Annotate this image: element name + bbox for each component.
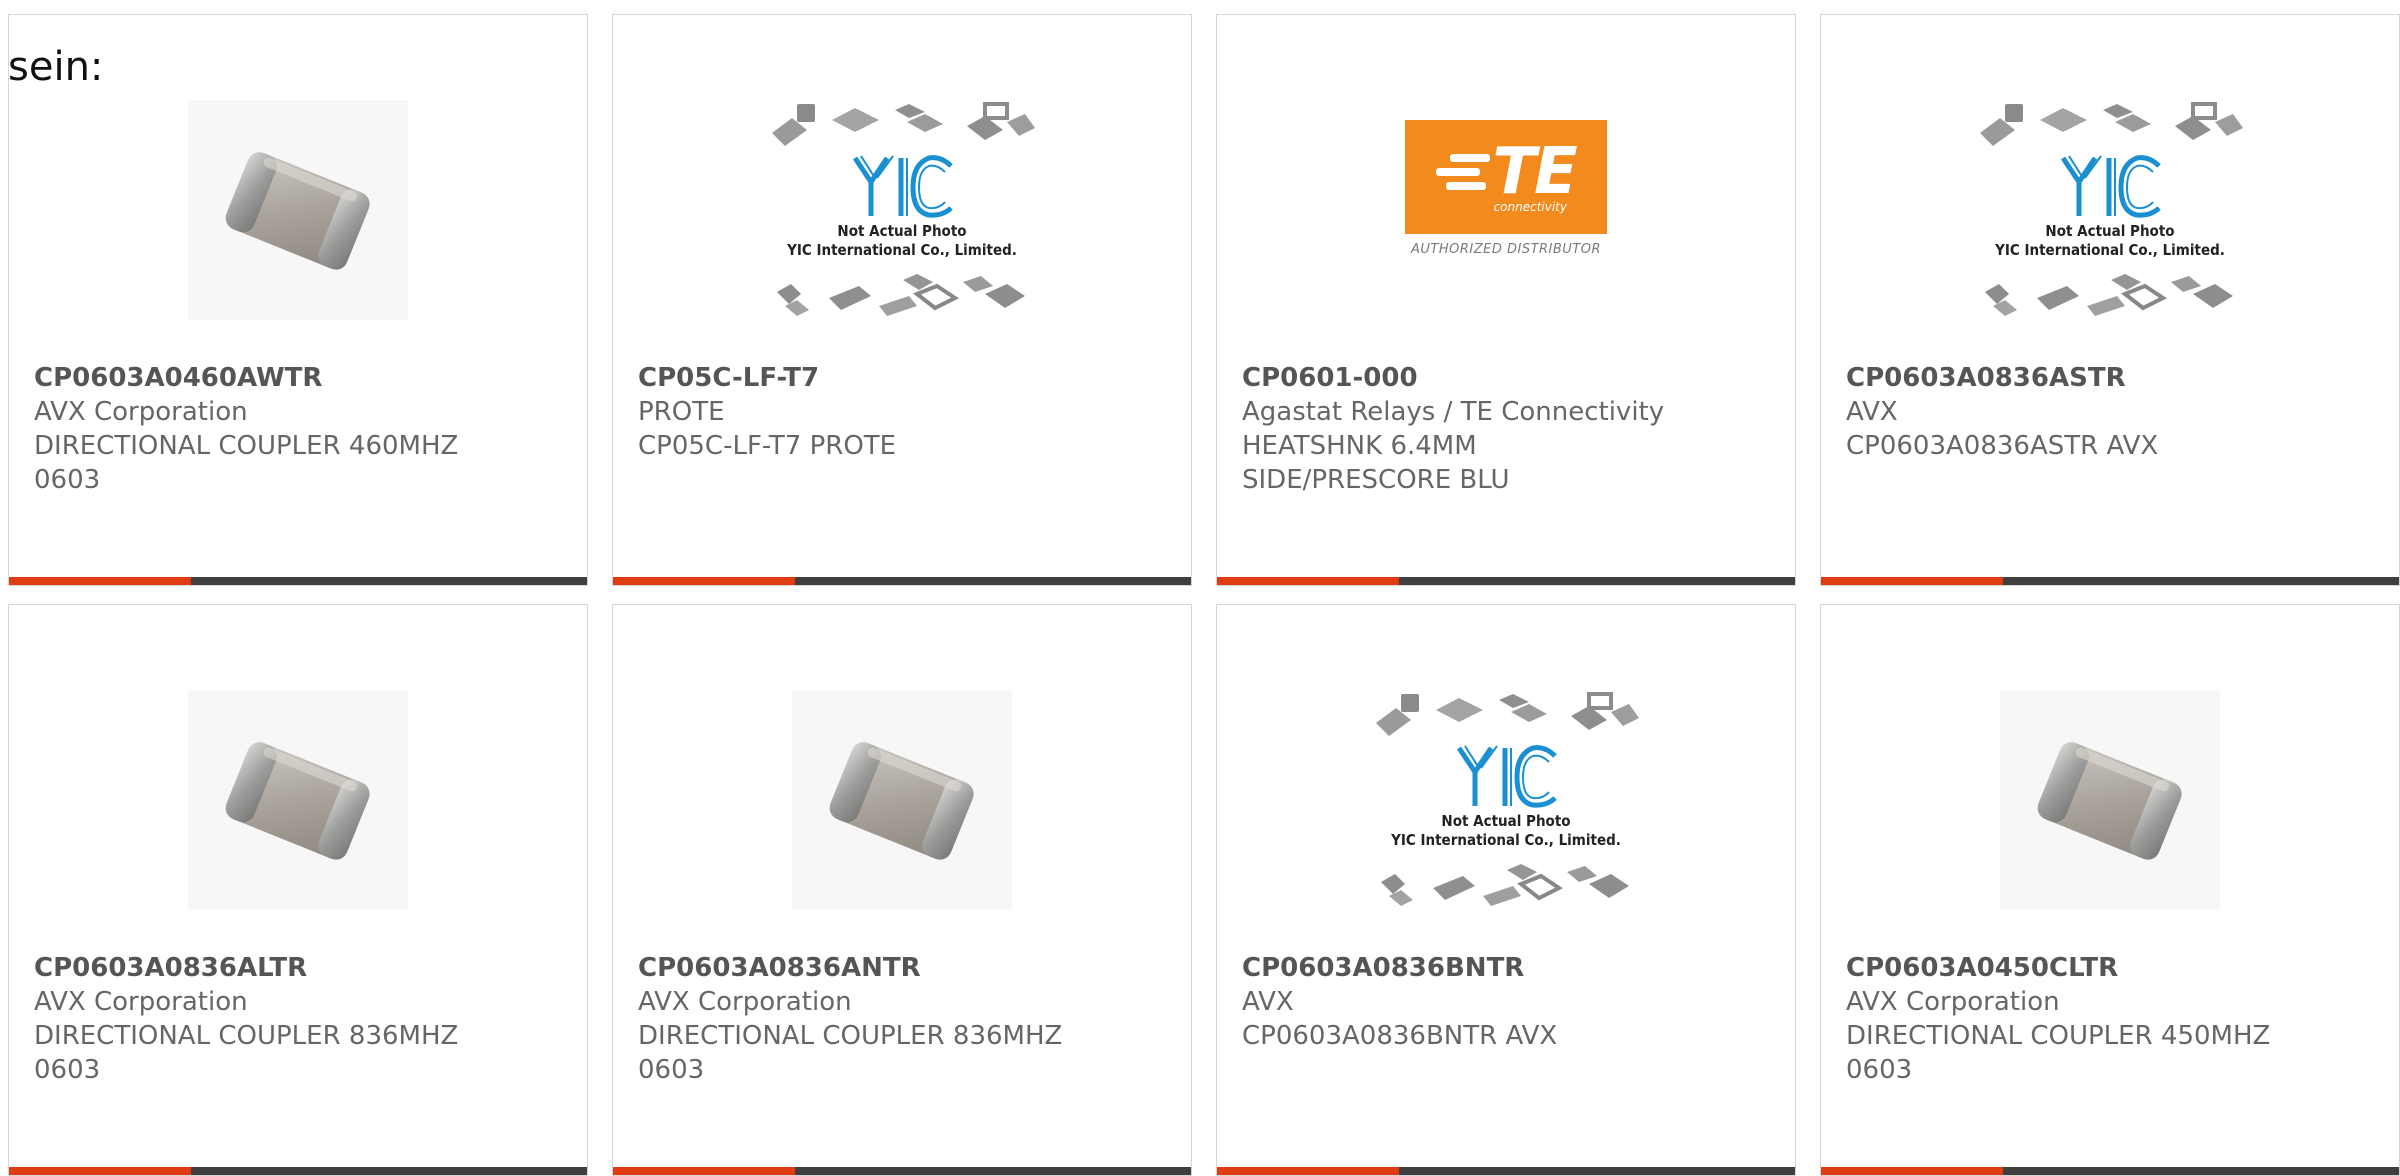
part-number[interactable]: CP0601-000 bbox=[1242, 361, 1775, 395]
card-bottom-bar bbox=[1821, 1167, 2399, 1175]
card-accent-bar bbox=[9, 1167, 191, 1175]
description: HEATSHNK 6.4MM SIDE/PRESCORE BLU bbox=[1242, 431, 1510, 495]
product-image[interactable]: Not Actual Photo YIC International Co., … bbox=[1821, 70, 2399, 350]
card-bottom-bar bbox=[9, 1167, 587, 1175]
card-accent-bar bbox=[1217, 1167, 1399, 1175]
product-info: CP0603A0836ASTR AVX CP0603A0836ASTR AVX bbox=[1846, 361, 2379, 463]
product-info: CP0603A0460AWTR AVX Corporation DIRECTIO… bbox=[34, 361, 567, 497]
manufacturer: PROTE bbox=[638, 397, 725, 427]
product-card[interactable]: Not Actual Photo YIC International Co., … bbox=[612, 14, 1192, 586]
product-card[interactable]: CP0603A0450CLTR AVX Corporation DIRECTIO… bbox=[1820, 604, 2400, 1176]
part-number[interactable]: CP0603A0836ASTR bbox=[1846, 361, 2379, 395]
chip-capacitor-icon bbox=[188, 100, 408, 320]
card-accent-bar bbox=[1821, 1167, 2003, 1175]
authorized-distributor-text: AUTHORIZED DISTRIBUTOR bbox=[1410, 241, 1602, 257]
yic-logo-icon bbox=[852, 155, 953, 218]
placeholder-caption: Not Actual Photo YIC International Co., … bbox=[1391, 812, 1621, 850]
product-image[interactable]: Not Actual Photo YIC International Co., … bbox=[1217, 660, 1795, 940]
chip-capacitor-icon bbox=[792, 690, 1012, 910]
manufacturer: AVX bbox=[1242, 987, 1294, 1017]
description: CP0603A0836BNTR AVX bbox=[1242, 1021, 1558, 1051]
component-shapes-bottom-icon bbox=[1381, 864, 1629, 906]
card-bottom-bar bbox=[613, 1167, 1191, 1175]
chip-capacitor-icon bbox=[2000, 690, 2220, 910]
description: CP05C-LF-T7 PROTE bbox=[638, 431, 897, 461]
manufacturer: Agastat Relays / TE Connectivity bbox=[1242, 397, 1665, 427]
caption-line-2: YIC International Co., Limited. bbox=[787, 241, 1017, 259]
manufacturer: AVX Corporation bbox=[34, 987, 248, 1017]
product-info: CP0603A0836ANTR AVX Corporation DIRECTIO… bbox=[638, 951, 1171, 1087]
te-brand-text: TE bbox=[1492, 134, 1577, 209]
manufacturer: AVX Corporation bbox=[638, 987, 852, 1017]
product-card[interactable]: Not Actual Photo YIC International Co., … bbox=[1820, 14, 2400, 586]
chip-capacitor-icon bbox=[188, 690, 408, 910]
product-card[interactable]: Not Actual Photo YIC International Co., … bbox=[1216, 604, 1796, 1176]
product-info: CP0601-000 Agastat Relays / TE Connectiv… bbox=[1242, 361, 1775, 497]
product-card[interactable]: CP0603A0836ANTR AVX Corporation DIRECTIO… bbox=[612, 604, 1192, 1176]
card-bottom-bar bbox=[9, 577, 587, 585]
description: CP0603A0836ASTR AVX bbox=[1846, 431, 2159, 461]
card-accent-bar bbox=[613, 1167, 795, 1175]
caption-line-1: Not Actual Photo bbox=[2045, 222, 2175, 240]
card-accent-bar bbox=[1217, 577, 1399, 585]
yic-logo-icon bbox=[1456, 745, 1557, 808]
yic-placeholder-image: Not Actual Photo YIC International Co., … bbox=[1371, 688, 1641, 912]
product-card[interactable]: TE connectivity AUTHORIZED DISTRIBUTOR C… bbox=[1216, 14, 1796, 586]
product-info: CP0603A0836BNTR AVX CP0603A0836BNTR AVX bbox=[1242, 951, 1775, 1053]
card-bottom-bar bbox=[1217, 1167, 1795, 1175]
part-number[interactable]: CP0603A0836ALTR bbox=[34, 951, 567, 985]
placeholder-caption: Not Actual Photo YIC International Co., … bbox=[1995, 222, 2225, 260]
card-bottom-bar bbox=[613, 577, 1191, 585]
component-shapes-icon bbox=[1980, 102, 2243, 146]
product-card[interactable]: CP0603A0836ALTR AVX Corporation DIRECTIO… bbox=[8, 604, 588, 1176]
product-info: CP0603A0450CLTR AVX Corporation DIRECTIO… bbox=[1846, 951, 2379, 1087]
product-info: CP0603A0836ALTR AVX Corporation DIRECTIO… bbox=[34, 951, 567, 1087]
component-shapes-bottom-icon bbox=[777, 274, 1025, 316]
description: DIRECTIONAL COUPLER 450MHZ 0603 bbox=[1846, 1021, 2271, 1085]
placeholder-caption: Not Actual Photo YIC International Co., … bbox=[787, 222, 1017, 260]
part-number[interactable]: CP05C-LF-T7 bbox=[638, 361, 1171, 395]
caption-line-2: YIC International Co., Limited. bbox=[1995, 241, 2225, 259]
te-sub-text: connectivity bbox=[1493, 199, 1567, 214]
part-number[interactable]: CP0603A0450CLTR bbox=[1846, 951, 2379, 985]
product-image[interactable] bbox=[9, 70, 587, 350]
yic-placeholder-image: Not Actual Photo YIC International Co., … bbox=[1975, 98, 2245, 322]
caption-line-2: YIC International Co., Limited. bbox=[1391, 831, 1621, 849]
product-card[interactable]: CP0603A0460AWTR AVX Corporation DIRECTIO… bbox=[8, 14, 588, 586]
card-accent-bar bbox=[1821, 577, 2003, 585]
part-number[interactable]: CP0603A0836ANTR bbox=[638, 951, 1171, 985]
component-shapes-bottom-icon bbox=[1985, 274, 2233, 316]
card-accent-bar bbox=[9, 577, 191, 585]
caption-line-1: Not Actual Photo bbox=[837, 222, 967, 240]
card-bottom-bar bbox=[1217, 577, 1795, 585]
te-connectivity-logo: TE connectivity AUTHORIZED DISTRIBUTOR bbox=[1405, 119, 1607, 257]
description: DIRECTIONAL COUPLER 836MHZ 0603 bbox=[638, 1021, 1063, 1085]
manufacturer: AVX Corporation bbox=[1846, 987, 2060, 1017]
product-image[interactable]: Not Actual Photo YIC International Co., … bbox=[613, 70, 1191, 350]
product-info: CP05C-LF-T7 PROTE CP05C-LF-T7 PROTE bbox=[638, 361, 1171, 463]
yic-placeholder-image: Not Actual Photo YIC International Co., … bbox=[767, 98, 1037, 322]
component-shapes-icon bbox=[1376, 692, 1639, 736]
yic-logo-icon bbox=[2060, 155, 2161, 218]
product-image[interactable] bbox=[1821, 660, 2399, 940]
part-number[interactable]: CP0603A0836BNTR bbox=[1242, 951, 1775, 985]
card-accent-bar bbox=[613, 577, 795, 585]
description: DIRECTIONAL COUPLER 460MHZ 0603 bbox=[34, 431, 459, 495]
card-bottom-bar bbox=[1821, 577, 2399, 585]
product-image[interactable] bbox=[9, 660, 587, 940]
intro-text: sein: bbox=[8, 44, 104, 90]
part-number[interactable]: CP0603A0460AWTR bbox=[34, 361, 567, 395]
product-image[interactable] bbox=[613, 660, 1191, 940]
te-bars-icon bbox=[1436, 153, 1491, 190]
description: DIRECTIONAL COUPLER 836MHZ 0603 bbox=[34, 1021, 459, 1085]
product-image[interactable]: TE connectivity AUTHORIZED DISTRIBUTOR bbox=[1217, 70, 1795, 350]
manufacturer: AVX bbox=[1846, 397, 1898, 427]
manufacturer: AVX Corporation bbox=[34, 397, 248, 427]
component-shapes-icon bbox=[772, 102, 1035, 146]
caption-line-1: Not Actual Photo bbox=[1441, 812, 1571, 830]
